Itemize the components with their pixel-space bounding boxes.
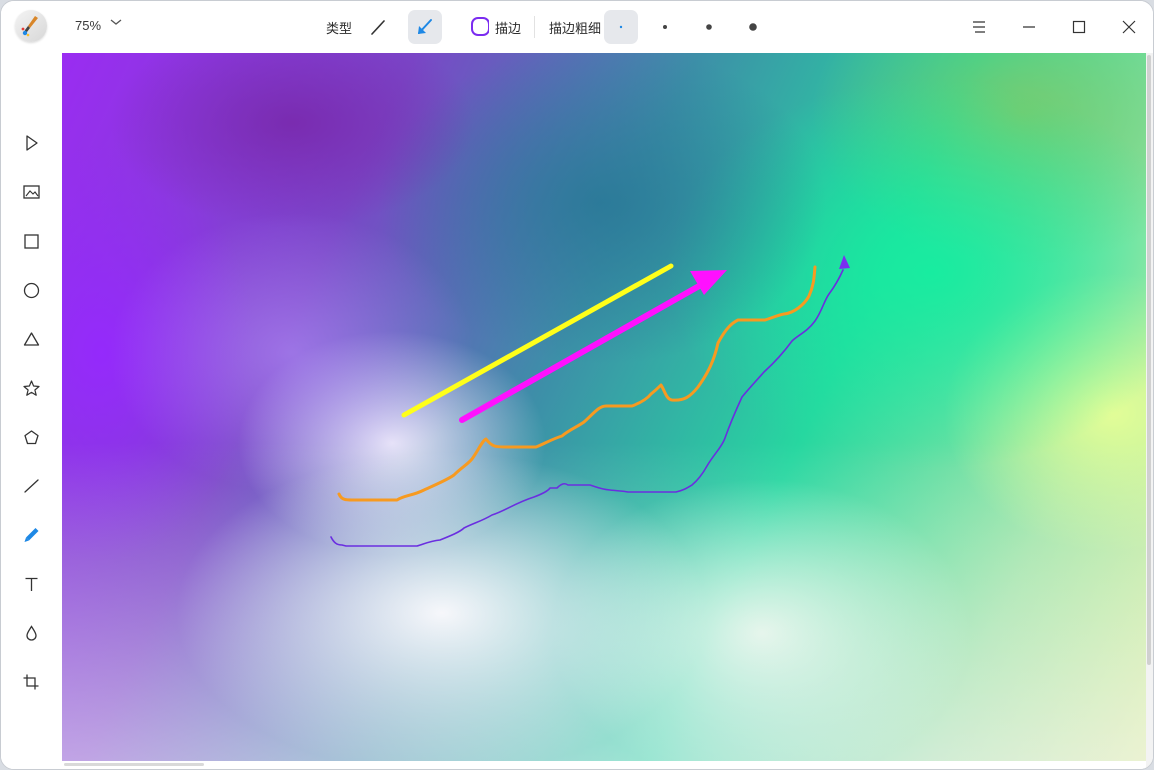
vertical-scroll-thumb[interactable] [1147,55,1151,665]
stroke-width-1-button[interactable] [604,10,638,44]
app-logo [15,10,47,42]
pen-tool[interactable] [17,521,45,549]
stroke-dot-icon [749,23,757,31]
line-type-button[interactable] [361,10,395,44]
stroke-dot-icon [706,24,712,30]
triangle-tool[interactable] [17,325,45,353]
line-tool[interactable] [17,472,45,500]
type-label: 类型 [326,21,353,36]
outline-toggle[interactable]: 描边 [467,10,527,44]
ellipse-tool[interactable] [17,276,45,304]
stroke-dot-icon [663,25,667,29]
star-icon [23,380,40,396]
chevron-down-icon[interactable] [109,15,123,32]
outline-label: 描边 [495,21,522,36]
stroke-width-4-button[interactable] [736,10,770,44]
menu-icon [973,21,985,33]
title-toolbar: 75% 类型 描边 描边粗细 [1,1,1153,53]
drawing-canvas[interactable] [62,53,1146,761]
image-tool[interactable] [17,178,45,206]
horizontal-scroll-thumb[interactable] [64,763,204,766]
close-icon [1122,20,1136,34]
toolbar-divider [534,16,535,38]
arrow-icon [418,19,432,34]
app-window: 75% 类型 描边 描边粗细 [0,0,1154,770]
purple-arrowhead [839,255,850,269]
text-tool[interactable] [17,570,45,598]
crop-icon [23,674,39,690]
polygon-tool[interactable] [17,423,45,451]
yellow-line[interactable] [401,263,674,418]
minimize-icon [1023,26,1035,28]
zoom-level[interactable]: 75% [75,18,101,33]
star-tool[interactable] [17,374,45,402]
outline-circle-icon [471,17,489,36]
tool-sidebar [1,53,61,769]
select-tool[interactable] [17,129,45,157]
close-button[interactable] [1116,14,1142,40]
stroke-width-2-button[interactable] [648,10,682,44]
stroke-dot-icon [619,25,623,29]
stroke-width-3-button[interactable] [692,10,726,44]
maximize-icon [1072,20,1086,34]
pen-icon [24,528,39,542]
annotation-layer [330,255,850,547]
menu-button[interactable] [966,14,992,40]
blur-icon [26,625,37,641]
line-icon [371,20,385,35]
rectangle-tool[interactable] [17,227,45,255]
image-icon [23,185,40,199]
minimize-button[interactable] [1016,14,1042,40]
blur-tool[interactable] [17,619,45,647]
vertical-scrollbar[interactable] [1146,53,1153,769]
stroke-width-label: 描边粗细 [549,21,602,36]
maximize-button[interactable] [1066,14,1092,40]
line-icon [24,479,39,493]
triangle-icon [23,332,40,346]
ellipse-icon [23,282,40,299]
select-icon [26,135,38,151]
crop-tool[interactable] [17,668,45,696]
polygon-icon [24,430,39,445]
arrow-type-button[interactable] [408,10,442,44]
rectangle-icon [24,234,39,249]
horizontal-scrollbar[interactable] [62,761,1146,769]
text-icon [25,577,38,591]
orange-freehand-stroke[interactable] [337,265,817,502]
